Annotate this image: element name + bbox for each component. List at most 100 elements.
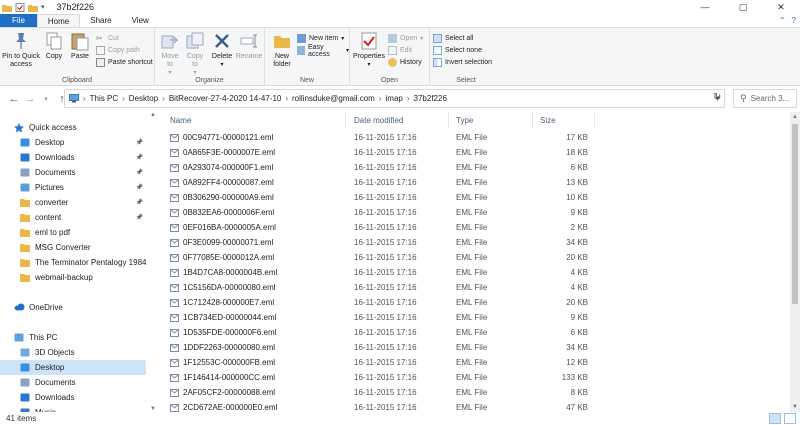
rename-button[interactable]: Rename: [235, 31, 263, 61]
sidebar-item[interactable]: This PC: [0, 330, 146, 345]
file-row[interactable]: 0EF016BA-0000005A.eml 16-11-2015 17:16 EML…: [162, 220, 788, 235]
new-folder-button[interactable]: New folder: [269, 31, 295, 69]
file-row[interactable]: 0B832EA6-0000006F.eml 16-11-2015 17:16 EML…: [162, 205, 788, 220]
sidebar-item[interactable]: eml to pdf: [0, 225, 146, 240]
sidebar-item[interactable]: Desktop: [0, 360, 146, 375]
paste-button[interactable]: Paste: [68, 31, 92, 61]
forward-icon[interactable]: →: [22, 93, 38, 105]
column-header-size[interactable]: Size: [540, 112, 556, 128]
sidebar-item[interactable]: Quick access: [0, 120, 146, 135]
sidebar-item[interactable]: Pictures 📌: [0, 180, 146, 195]
breadcrumb-current[interactable]: 37b2f226: [414, 94, 447, 103]
easy-access-button[interactable]: Easy access ▾: [297, 44, 349, 58]
scrollbar-thumb[interactable]: [792, 124, 798, 304]
sidebar-item[interactable]: Downloads 📌: [0, 150, 146, 165]
sidebar-item[interactable]: converter 📌: [0, 195, 146, 210]
tab-share[interactable]: Share: [80, 14, 121, 27]
close-button[interactable]: ✕: [762, 0, 800, 14]
breadcrumb-imap[interactable]: imap: [386, 94, 403, 103]
sidebar-item[interactable]: The Terminator Pentalogy 1984-20: [0, 255, 146, 270]
properties-button[interactable]: Properties ▾: [352, 31, 386, 69]
sidebar-item[interactable]: Desktop 📌: [0, 135, 146, 150]
breadcrumb-desktop[interactable]: Desktop: [129, 94, 158, 103]
file-row[interactable]: 0A293074-000000F1.eml 16-11-2015 17:16 EML…: [162, 160, 788, 175]
history-button[interactable]: History: [388, 57, 422, 68]
minimize-button[interactable]: —: [686, 0, 724, 14]
file-row[interactable]: 1DDF2263-00000080.eml 16-11-2015 17:16 EML…: [162, 340, 788, 355]
sidebar-item[interactable]: OneDrive: [0, 300, 146, 315]
pinned-icon[interactable]: 📌: [136, 199, 143, 206]
new-folder-icon[interactable]: [28, 3, 38, 12]
sidebar-item[interactable]: Music: [0, 405, 146, 412]
file-row[interactable]: 0B306290-000000A9.eml 16-11-2015 17:16 EML…: [162, 190, 788, 205]
sidebar-item[interactable]: webmail-backup: [0, 270, 146, 285]
cut-button[interactable]: ✂ Cut: [96, 33, 119, 44]
move-to-button[interactable]: Move to ▾: [158, 31, 182, 77]
file-row[interactable]: 0F77085E-0000012A.eml 16-11-2015 17:16 EML…: [162, 250, 788, 265]
maximize-button[interactable]: ▢: [724, 0, 762, 14]
details-view-icon[interactable]: [769, 413, 781, 424]
select-all-button[interactable]: Select all: [433, 33, 473, 44]
help-icon[interactable]: ?: [792, 16, 796, 25]
folder-icon[interactable]: [2, 3, 12, 12]
delete-button[interactable]: Delete ▾: [210, 31, 234, 69]
edit-button[interactable]: Edit: [388, 45, 412, 56]
file-row[interactable]: 1B4D7CA8-0000004B.eml 16-11-2015 17:16 EML…: [162, 265, 788, 280]
file-row[interactable]: 00C94771-00000121.eml 16-11-2015 17:16 EML…: [162, 130, 788, 145]
scroll-up-icon[interactable]: ▲: [150, 112, 156, 118]
pinned-icon[interactable]: 📌: [136, 169, 143, 176]
file-row[interactable]: 2CD672AE-000000E0.eml 16-11-2015 17:16 EML…: [162, 400, 788, 412]
column-header-type[interactable]: Type: [456, 112, 473, 128]
tab-home[interactable]: Home: [36, 14, 81, 27]
collapse-ribbon-icon[interactable]: ⌃: [779, 16, 786, 25]
recent-locations-icon[interactable]: ▾: [38, 95, 54, 103]
sidebar-item[interactable]: MSG Converter: [0, 240, 146, 255]
open-button[interactable]: Open ▾: [388, 33, 423, 44]
file-row[interactable]: 1CB734ED-00000044.eml 16-11-2015 17:16 EML…: [162, 310, 788, 325]
file-list-scrollbar[interactable]: ▲ ▼: [790, 112, 800, 412]
file-row[interactable]: 1C712428-000000E7.eml 16-11-2015 17:16 EML…: [162, 295, 788, 310]
invert-selection-button[interactable]: Invert selection: [433, 57, 492, 68]
copy-button[interactable]: Copy: [42, 31, 66, 61]
file-row[interactable]: 1C5156DA-00000080.eml 16-11-2015 17:16 EML…: [162, 280, 788, 295]
back-icon[interactable]: ←: [6, 93, 22, 105]
file-row[interactable]: 2AF05CF2-00000088.eml 16-11-2015 17:16 EML…: [162, 385, 788, 400]
breadcrumb-bitrecover[interactable]: BitRecover-27-4-2020 14-47-10: [169, 94, 282, 103]
pinned-icon[interactable]: 📌: [136, 154, 143, 161]
pinned-icon[interactable]: 📌: [136, 184, 143, 191]
file-row[interactable]: 0A892FF4-00000087.eml 16-11-2015 17:16 EML…: [162, 175, 788, 190]
search-box[interactable]: ⚲ Search 3...: [733, 89, 797, 108]
file-row[interactable]: 0F3E0099-00000071.eml 16-11-2015 17:16 EML…: [162, 235, 788, 250]
customize-toolbar-icon[interactable]: ▾: [41, 3, 45, 11]
tab-view[interactable]: View: [122, 14, 159, 27]
file-row[interactable]: 1F146414-000000CC.eml 16-11-2015 17:16 EML…: [162, 370, 788, 385]
scroll-down-icon[interactable]: ▼: [790, 402, 800, 412]
breadcrumb-account[interactable]: rollinsduke@gmail.com: [292, 94, 375, 103]
new-item-button[interactable]: New item ▾: [297, 33, 344, 44]
pin-quick-access-button[interactable]: Pin to Quick access: [2, 31, 40, 69]
file-row[interactable]: 1D535FDE-000000F6.eml 16-11-2015 17:16 EML…: [162, 325, 788, 340]
paste-shortcut-button[interactable]: Paste shortcut: [96, 57, 153, 68]
column-header-date[interactable]: Date modified: [354, 112, 403, 128]
refresh-icon[interactable]: ↻: [713, 92, 721, 103]
select-none-button[interactable]: Select none: [433, 45, 482, 56]
large-icons-view-icon[interactable]: [784, 413, 796, 424]
sidebar-item[interactable]: Documents: [0, 375, 146, 390]
sidebar-item[interactable]: content 📌: [0, 210, 146, 225]
scroll-up-icon[interactable]: ▲: [790, 112, 800, 122]
copy-path-button[interactable]: Copy path: [96, 45, 140, 56]
breadcrumb-this-pc[interactable]: This PC: [90, 94, 118, 103]
file-row[interactable]: 1F12553C-000000FB.eml 16-11-2015 17:16 EML…: [162, 355, 788, 370]
sidebar-item[interactable]: 3D Objects: [0, 345, 146, 360]
copy-to-button[interactable]: Copy to ▾: [183, 31, 207, 77]
file-row[interactable]: 0A865F3E-0000007E.eml 16-11-2015 17:16 EML…: [162, 145, 788, 160]
sidebar-item[interactable]: Documents 📌: [0, 165, 146, 180]
sidebar-item[interactable]: Downloads: [0, 390, 146, 405]
pinned-icon[interactable]: 📌: [136, 214, 143, 221]
pinned-icon[interactable]: 📌: [136, 139, 143, 146]
address-bar[interactable]: › This PC › Desktop › BitRecover-27-4-20…: [64, 89, 725, 108]
navigation-pane-scrollbar[interactable]: ▲ ▼: [148, 112, 158, 412]
tab-file[interactable]: File: [0, 14, 37, 27]
properties-icon[interactable]: [15, 2, 25, 12]
column-header-name[interactable]: Name: [170, 112, 191, 128]
